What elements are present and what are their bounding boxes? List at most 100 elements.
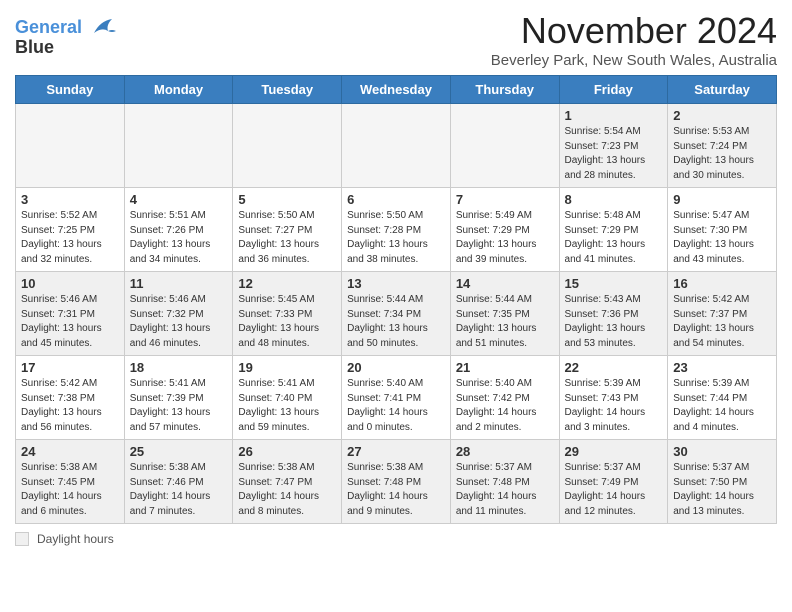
day-info: Sunrise: 5:37 AM Sunset: 7:48 PM Dayligh… xyxy=(456,461,554,519)
day-number: 23 xyxy=(673,360,771,375)
calendar-cell: 20Sunrise: 5:40 AM Sunset: 7:41 PM Dayli… xyxy=(342,356,451,440)
column-header-friday: Friday xyxy=(559,76,668,104)
calendar-cell: 14 Sunrise: 5:44 AM Sunset: 7:35 PM Dayli… xyxy=(450,272,559,356)
day-number: 9 xyxy=(673,192,771,207)
calendar-week-row: 24Sunrise: 5:38 AM Sunset: 7:45 PM Dayli… xyxy=(16,440,777,524)
calendar-cell: 22 Sunrise: 5:39 AM Sunset: 7:43 PM Dayli… xyxy=(559,356,668,440)
column-header-monday: Monday xyxy=(124,76,233,104)
day-number: 15 xyxy=(565,276,663,291)
footer: Daylight hours xyxy=(15,532,777,546)
day-number: 30 xyxy=(673,444,771,459)
calendar-cell: 17 Sunrise: 5:42 AM Sunset: 7:38 PM Dayli… xyxy=(16,356,125,440)
calendar-cell: 24Sunrise: 5:38 AM Sunset: 7:45 PM Dayli… xyxy=(16,440,125,524)
calendar-cell: 23 Sunrise: 5:39 AM Sunset: 7:44 PM Dayli… xyxy=(668,356,777,440)
day-number: 13 xyxy=(347,276,445,291)
day-number: 26 xyxy=(238,444,336,459)
day-number: 22 xyxy=(565,360,663,375)
day-info: Sunrise: 5:44 AM Sunset: 7:35 PM Dayligh… xyxy=(456,293,554,351)
day-number: 12 xyxy=(238,276,336,291)
day-number: 10 xyxy=(21,276,119,291)
day-info: Sunrise: 5:51 AM Sunset: 7:26 PM Dayligh… xyxy=(130,209,228,267)
day-number: 2 xyxy=(673,108,771,123)
daylight-box-icon xyxy=(15,532,29,546)
day-number: 8 xyxy=(565,192,663,207)
day-number: 7 xyxy=(456,192,554,207)
day-number: 17 xyxy=(21,360,119,375)
calendar-cell: 25 Sunrise: 5:38 AM Sunset: 7:46 PM Dayli… xyxy=(124,440,233,524)
day-info: Sunrise: 5:43 AM Sunset: 7:36 PM Dayligh… xyxy=(565,293,663,351)
calendar-week-row: 1Sunrise: 5:54 AM Sunset: 7:23 PM Daylig… xyxy=(16,104,777,188)
day-number: 4 xyxy=(130,192,228,207)
calendar-cell: 30Sunrise: 5:37 AM Sunset: 7:50 PM Dayli… xyxy=(668,440,777,524)
day-info: Sunrise: 5:42 AM Sunset: 7:37 PM Dayligh… xyxy=(673,293,771,351)
day-number: 19 xyxy=(238,360,336,375)
column-header-sunday: Sunday xyxy=(16,76,125,104)
day-number: 16 xyxy=(673,276,771,291)
calendar-cell: 12 Sunrise: 5:45 AM Sunset: 7:33 PM Dayli… xyxy=(233,272,342,356)
calendar-cell: 9 Sunrise: 5:47 AM Sunset: 7:30 PM Daylig… xyxy=(668,188,777,272)
calendar-cell: 29Sunrise: 5:37 AM Sunset: 7:49 PM Dayli… xyxy=(559,440,668,524)
day-number: 18 xyxy=(130,360,228,375)
title-area: November 2024 Beverley Park, New South W… xyxy=(491,10,777,69)
month-title: November 2024 xyxy=(491,10,777,52)
day-number: 5 xyxy=(238,192,336,207)
day-number: 29 xyxy=(565,444,663,459)
day-info: Sunrise: 5:44 AM Sunset: 7:34 PM Dayligh… xyxy=(347,293,445,351)
day-info: Sunrise: 5:39 AM Sunset: 7:43 PM Dayligh… xyxy=(565,377,663,435)
calendar-cell: 21Sunrise: 5:40 AM Sunset: 7:42 PM Dayli… xyxy=(450,356,559,440)
calendar-cell: 28 Sunrise: 5:37 AM Sunset: 7:48 PM Dayli… xyxy=(450,440,559,524)
column-header-saturday: Saturday xyxy=(668,76,777,104)
daylight-label: Daylight hours xyxy=(37,532,114,546)
calendar-cell: 27 Sunrise: 5:38 AM Sunset: 7:48 PM Dayli… xyxy=(342,440,451,524)
day-number: 3 xyxy=(21,192,119,207)
day-info: Sunrise: 5:53 AM Sunset: 7:24 PM Dayligh… xyxy=(673,125,771,183)
day-info: Sunrise: 5:38 AM Sunset: 7:48 PM Dayligh… xyxy=(347,461,445,519)
calendar-cell: 1Sunrise: 5:54 AM Sunset: 7:23 PM Daylig… xyxy=(559,104,668,188)
calendar-cell xyxy=(342,104,451,188)
header: GeneralBlue November 2024 Beverley Park,… xyxy=(15,10,777,69)
day-info: Sunrise: 5:54 AM Sunset: 7:23 PM Dayligh… xyxy=(565,125,663,183)
day-number: 28 xyxy=(456,444,554,459)
day-info: Sunrise: 5:41 AM Sunset: 7:40 PM Dayligh… xyxy=(238,377,336,435)
calendar-cell: 4 Sunrise: 5:51 AM Sunset: 7:26 PM Daylig… xyxy=(124,188,233,272)
calendar-cell: 15 Sunrise: 5:43 AM Sunset: 7:36 PM Dayli… xyxy=(559,272,668,356)
calendar-week-row: 17 Sunrise: 5:42 AM Sunset: 7:38 PM Dayli… xyxy=(16,356,777,440)
calendar-cell xyxy=(16,104,125,188)
calendar-cell: 8Sunrise: 5:48 AM Sunset: 7:29 PM Daylig… xyxy=(559,188,668,272)
calendar-cell: 19 Sunrise: 5:41 AM Sunset: 7:40 PM Dayli… xyxy=(233,356,342,440)
calendar-cell xyxy=(233,104,342,188)
day-number: 20 xyxy=(347,360,445,375)
day-number: 27 xyxy=(347,444,445,459)
day-info: Sunrise: 5:47 AM Sunset: 7:30 PM Dayligh… xyxy=(673,209,771,267)
day-number: 25 xyxy=(130,444,228,459)
day-info: Sunrise: 5:39 AM Sunset: 7:44 PM Dayligh… xyxy=(673,377,771,435)
column-header-wednesday: Wednesday xyxy=(342,76,451,104)
calendar-header-row: SundayMondayTuesdayWednesdayThursdayFrid… xyxy=(16,76,777,104)
day-info: Sunrise: 5:45 AM Sunset: 7:33 PM Dayligh… xyxy=(238,293,336,351)
day-info: Sunrise: 5:50 AM Sunset: 7:28 PM Dayligh… xyxy=(347,209,445,267)
subtitle: Beverley Park, New South Wales, Australi… xyxy=(491,52,777,69)
day-info: Sunrise: 5:46 AM Sunset: 7:32 PM Dayligh… xyxy=(130,293,228,351)
calendar-table: SundayMondayTuesdayWednesdayThursdayFrid… xyxy=(15,75,777,524)
day-info: Sunrise: 5:38 AM Sunset: 7:45 PM Dayligh… xyxy=(21,461,119,519)
logo: GeneralBlue xyxy=(15,18,116,58)
calendar-week-row: 3 Sunrise: 5:52 AM Sunset: 7:25 PM Daylig… xyxy=(16,188,777,272)
calendar-cell xyxy=(450,104,559,188)
calendar-cell: 10Sunrise: 5:46 AM Sunset: 7:31 PM Dayli… xyxy=(16,272,125,356)
logo-text: GeneralBlue xyxy=(15,18,82,58)
logo-bird-icon xyxy=(84,15,116,43)
column-header-thursday: Thursday xyxy=(450,76,559,104)
day-info: Sunrise: 5:52 AM Sunset: 7:25 PM Dayligh… xyxy=(21,209,119,267)
day-info: Sunrise: 5:42 AM Sunset: 7:38 PM Dayligh… xyxy=(21,377,119,435)
day-info: Sunrise: 5:40 AM Sunset: 7:42 PM Dayligh… xyxy=(456,377,554,435)
calendar-cell: 26Sunrise: 5:38 AM Sunset: 7:47 PM Dayli… xyxy=(233,440,342,524)
day-info: Sunrise: 5:38 AM Sunset: 7:46 PM Dayligh… xyxy=(130,461,228,519)
calendar-week-row: 10Sunrise: 5:46 AM Sunset: 7:31 PM Dayli… xyxy=(16,272,777,356)
calendar-cell: 11Sunrise: 5:46 AM Sunset: 7:32 PM Dayli… xyxy=(124,272,233,356)
day-info: Sunrise: 5:41 AM Sunset: 7:39 PM Dayligh… xyxy=(130,377,228,435)
calendar-cell: 18 Sunrise: 5:41 AM Sunset: 7:39 PM Dayli… xyxy=(124,356,233,440)
calendar-cell: 13 Sunrise: 5:44 AM Sunset: 7:34 PM Dayli… xyxy=(342,272,451,356)
day-number: 14 xyxy=(456,276,554,291)
day-info: Sunrise: 5:49 AM Sunset: 7:29 PM Dayligh… xyxy=(456,209,554,267)
day-info: Sunrise: 5:50 AM Sunset: 7:27 PM Dayligh… xyxy=(238,209,336,267)
